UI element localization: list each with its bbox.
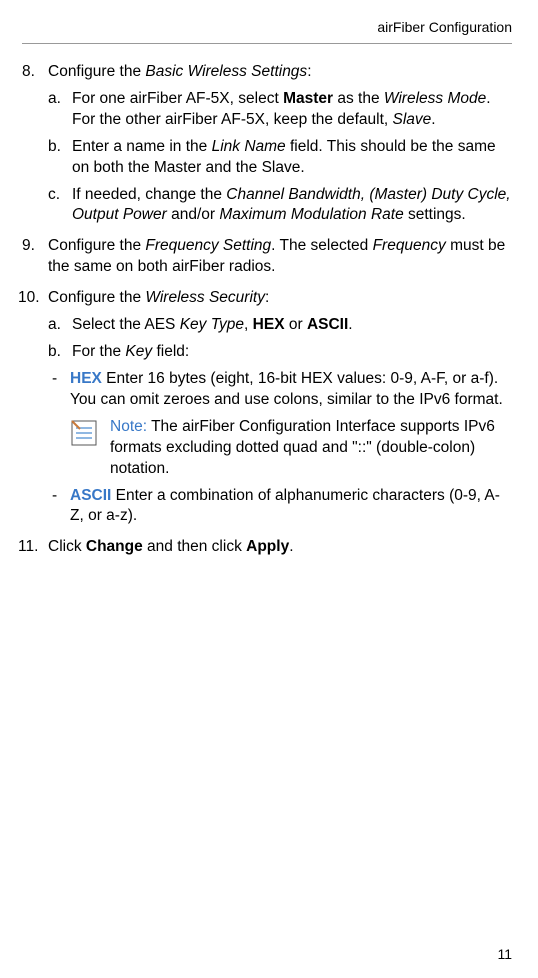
step-10b: b. For the Key field: — [48, 342, 512, 363]
note-label: Note: — [110, 418, 147, 435]
step-10-italic1: Wireless Security — [145, 289, 265, 306]
step-10-ascii-dash: - — [52, 486, 57, 507]
step-8a-bold1: Master — [283, 90, 333, 107]
step-8c-italic2: Maximum Modulation Rate — [219, 206, 403, 223]
step-9: 9. Configure the Frequency Setting. The … — [22, 236, 512, 278]
step-8a-t4: . — [431, 111, 435, 128]
step-8b-mark: b. — [48, 137, 61, 158]
step-8c-mark: c. — [48, 185, 60, 206]
step-8-number: 8. — [22, 62, 35, 83]
step-10a-t4: . — [348, 316, 352, 333]
step-11-t1: Click — [48, 538, 86, 555]
step-8a-t1: For one airFiber AF-5X, select — [72, 90, 283, 107]
step-11: 11. Click Change and then click Apply. — [22, 537, 512, 558]
step-10a-t3: or — [285, 316, 307, 333]
note-icon — [70, 419, 98, 454]
step-10-t2: : — [265, 289, 269, 306]
step-9-italic1: Frequency Setting — [145, 237, 271, 254]
step-10a-italic1: Key Type — [180, 316, 244, 333]
step-11-t3: . — [289, 538, 293, 555]
step-10-hex-label: HEX — [70, 370, 102, 387]
step-11-t2: and then click — [143, 538, 246, 555]
step-10-hex: - HEX Enter 16 bytes (eight, 16-bit HEX … — [48, 369, 512, 480]
step-8-italic: Basic Wireless Settings — [145, 63, 307, 80]
step-8a: a. For one airFiber AF-5X, select Master… — [48, 89, 512, 131]
step-10-ascii-label: ASCII — [70, 487, 111, 504]
step-10b-italic1: Key — [125, 343, 152, 360]
step-8c: c. If needed, change the Channel Bandwid… — [48, 185, 512, 227]
step-10-ascii-text: Enter a combination of alphanumeric char… — [70, 487, 500, 525]
step-10a-bold1: HEX — [253, 316, 285, 333]
step-8a-italic2: Slave — [393, 111, 432, 128]
step-9-number: 9. — [22, 236, 35, 257]
step-8: 8. Configure the Basic Wireless Settings… — [22, 62, 512, 226]
step-10-t1: Configure the — [48, 289, 145, 306]
step-8b-t1: Enter a name in the — [72, 138, 212, 155]
step-10b-t1: For the — [72, 343, 125, 360]
step-8c-t3: settings. — [404, 206, 466, 223]
step-8-text-2: : — [307, 63, 311, 80]
note-text: The airFiber Configuration Interface sup… — [110, 418, 495, 477]
page-number: 11 — [497, 945, 512, 964]
step-8-text-1: Configure the — [48, 63, 145, 80]
step-10-ascii: - ASCII Enter a combination of alphanume… — [48, 486, 512, 528]
step-8a-t2: as the — [333, 90, 384, 107]
step-9-t1: Configure the — [48, 237, 145, 254]
page-header: airFiber Configuration — [22, 18, 512, 44]
step-10-number: 10. — [18, 288, 40, 309]
step-8b-italic1: Link Name — [212, 138, 286, 155]
step-8c-t2: and/or — [171, 206, 219, 223]
step-11-bold1: Change — [86, 538, 143, 555]
step-10: 10. Configure the Wireless Security: a. … — [22, 288, 512, 527]
step-10-hex-text: Enter 16 bytes (eight, 16-bit HEX values… — [70, 370, 503, 408]
step-8a-mark: a. — [48, 89, 61, 110]
step-10b-mark: b. — [48, 342, 61, 363]
step-9-t2: . The selected — [271, 237, 372, 254]
step-10b-t2: field: — [152, 343, 189, 360]
step-8c-t1: If needed, change the — [72, 186, 226, 203]
step-10a-t1: Select the AES — [72, 316, 180, 333]
step-10-hex-dash: - — [52, 369, 57, 390]
step-10a: a. Select the AES Key Type, HEX or ASCII… — [48, 315, 512, 336]
header-title: airFiber Configuration — [377, 19, 512, 35]
step-9-italic2: Frequency — [373, 237, 446, 254]
step-11-number: 11. — [18, 537, 38, 558]
step-11-bold2: Apply — [246, 538, 289, 555]
step-10a-t2: , — [244, 316, 253, 333]
step-10a-bold2: ASCII — [307, 316, 348, 333]
step-10-note: Note: The airFiber Configuration Interfa… — [70, 417, 512, 480]
step-8a-italic1: Wireless Mode — [384, 90, 486, 107]
step-10a-mark: a. — [48, 315, 61, 336]
step-8b: b. Enter a name in the Link Name field. … — [48, 137, 512, 179]
